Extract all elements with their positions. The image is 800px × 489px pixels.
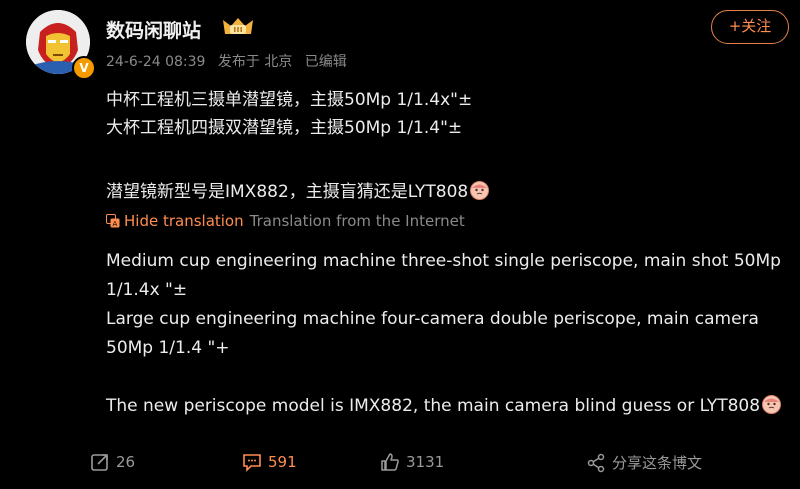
share-button[interactable]: 分享这条博文 xyxy=(586,452,702,473)
like-count: 3131 xyxy=(406,453,445,471)
translated-line-2a: Large cup engineering machine four-camer… xyxy=(106,309,759,329)
translated-line-3: The new periscope model is IMX882, the m… xyxy=(106,396,761,416)
translation-bar: A Hide translation Translation from the I… xyxy=(106,212,465,230)
edited-label[interactable]: 已编辑 xyxy=(305,54,347,70)
thumbs-up-icon xyxy=(381,453,399,471)
content-line-3-row: 潜望镜新型号是IMX882，主摄盲猜还是LYT808 xyxy=(106,178,786,206)
share-icon xyxy=(587,453,605,473)
thinking-face-emoji-icon xyxy=(761,394,782,415)
svg-text:A: A xyxy=(113,220,118,228)
repost-icon xyxy=(91,454,108,471)
crown-level-icon[interactable] xyxy=(221,16,255,38)
translated-line-2b: 50Mp 1/1.4 "+ xyxy=(106,338,230,358)
verified-v-icon: V xyxy=(72,56,96,80)
action-bar: 26 591 3131 分享这条博文 xyxy=(0,446,800,480)
post-content: 中杯工程机三摄单潜望镜，主摄50Mp 1/1.4x"± 大杯工程机四摄双潜望镜，… xyxy=(106,86,786,206)
post-meta: 24-6-24 08:39 发布于 北京 已编辑 xyxy=(106,51,355,71)
translated-line-1b: 1/1.4x "± xyxy=(106,280,188,300)
comment-icon xyxy=(243,454,261,472)
content-line-1: 中杯工程机三摄单潜望镜，主摄50Mp 1/1.4x"± xyxy=(106,90,473,110)
like-button[interactable]: 3131 xyxy=(380,452,444,472)
hide-translation-link[interactable]: Hide translation xyxy=(124,212,244,230)
content-line-3: 潜望镜新型号是IMX882，主摄盲猜还是LYT808 xyxy=(106,182,469,202)
weibo-post: V 数码闲聊站 24-6-24 08:39 发布于 北京 已编辑 +关注 中杯工… xyxy=(0,0,800,489)
follow-button[interactable]: +关注 xyxy=(711,10,789,44)
translated-line-1a: Medium cup engineering machine three-sho… xyxy=(106,251,781,271)
translated-line-3-row: The new periscope model is IMX882, the m… xyxy=(106,392,796,421)
post-location: 发布于 北京 xyxy=(217,54,293,70)
translate-icon: A xyxy=(106,214,120,228)
thinking-face-emoji-icon xyxy=(469,180,490,201)
repost-button[interactable]: 26 xyxy=(90,452,135,472)
translated-content: Medium cup engineering machine three-sho… xyxy=(106,247,796,421)
repost-count: 26 xyxy=(116,453,136,471)
post-date: 24-6-24 08:39 xyxy=(106,54,206,70)
comment-button[interactable]: 591 xyxy=(242,452,297,472)
translation-source-label: Translation from the Internet xyxy=(249,212,465,230)
author-name[interactable]: 数码闲聊站 xyxy=(106,16,201,43)
comment-count: 591 xyxy=(268,453,297,471)
content-line-2: 大杯工程机四摄双潜望镜，主摄50Mp 1/1.4"± xyxy=(106,118,463,138)
share-label: 分享这条博文 xyxy=(612,454,703,472)
